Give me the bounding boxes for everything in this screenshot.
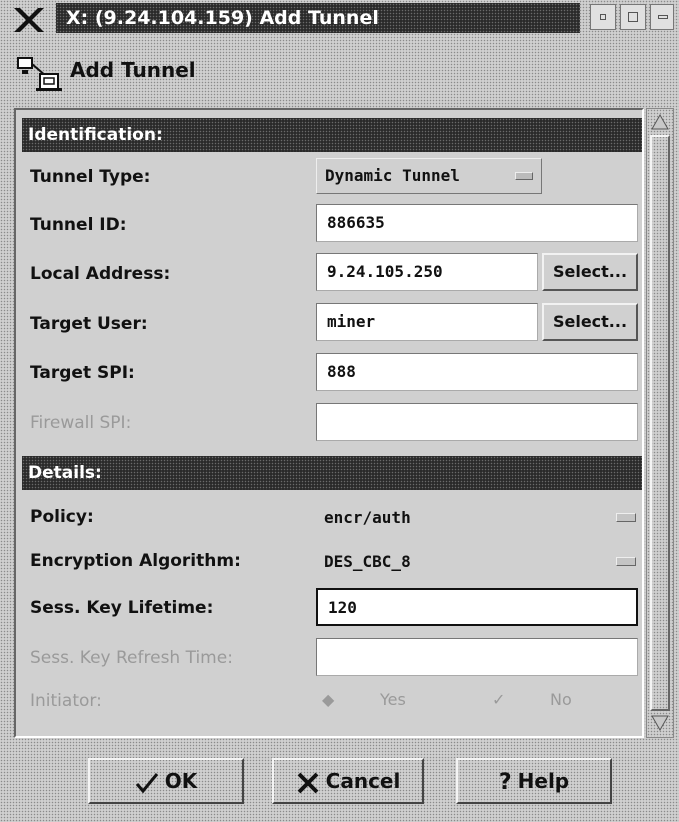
scroll-up-arrow-icon[interactable] — [650, 112, 670, 132]
initiator-radio-group: ◆ Yes ✓ No — [316, 686, 636, 716]
encryption-algorithm-label: Encryption Algorithm: — [30, 551, 241, 571]
target-user-label: Target User: — [30, 314, 148, 334]
initiator-yes-radio-icon[interactable]: ◆ — [322, 690, 334, 709]
local-address-label: Local Address: — [30, 264, 171, 284]
vertical-scrollbar[interactable] — [646, 108, 674, 738]
x-window-logo-icon[interactable] — [12, 6, 46, 34]
tunnel-id-field[interactable]: 886635 — [316, 204, 638, 242]
maximize-button[interactable] — [620, 4, 646, 30]
encryption-algorithm-option-menu[interactable]: DES_CBC_8 — [316, 544, 642, 580]
title-bar[interactable]: X: (9.24.104.159) Add Tunnel — [0, 0, 679, 38]
initiator-no-label[interactable]: No — [550, 690, 572, 709]
target-user-select-button[interactable]: Select... — [542, 303, 638, 341]
checkmark-icon — [135, 772, 158, 793]
initiator-label: Initiator: — [30, 691, 102, 711]
tunnel-type-label: Tunnel Type: — [30, 167, 151, 187]
minimize-button[interactable] — [590, 4, 616, 30]
cancel-button[interactable]: Cancel — [272, 758, 424, 804]
cancel-x-icon — [297, 772, 319, 793]
question-mark-icon: ? — [498, 769, 512, 795]
encryption-algorithm-value: DES_CBC_8 — [324, 552, 411, 571]
sess-key-lifetime-field[interactable]: 120 — [316, 588, 638, 626]
dialog-title: Add Tunnel — [70, 58, 196, 82]
initiator-yes-label[interactable]: Yes — [380, 690, 406, 709]
maximize-icon — [628, 12, 638, 22]
ok-label: OK — [164, 769, 198, 793]
details-section-header: Details: — [22, 456, 642, 490]
add-tunnel-window: X: (9.24.104.159) Add Tunnel Add Tunnel … — [0, 0, 679, 822]
window-menu-button[interactable] — [650, 4, 674, 30]
tunnel-icon — [17, 57, 62, 91]
target-user-field[interactable]: miner — [316, 303, 538, 341]
form-panel: Identification: Tunnel Type: Dynamic Tun… — [14, 108, 644, 738]
sess-key-refresh-time-field[interactable] — [316, 638, 638, 676]
button-bar: OK Cancel ? Help — [0, 744, 679, 822]
firewall-spi-field[interactable] — [316, 403, 638, 441]
cancel-label: Cancel — [325, 769, 401, 793]
help-label: Help — [517, 769, 570, 793]
sess-key-refresh-time-label: Sess. Key Refresh Time: — [30, 648, 233, 668]
policy-label: Policy: — [30, 507, 94, 527]
policy-option-menu[interactable]: encr/auth — [316, 500, 642, 536]
target-spi-field[interactable]: 888 — [316, 353, 638, 391]
local-address-select-button[interactable]: Select... — [542, 253, 638, 291]
option-menu-indicator-icon — [616, 557, 636, 566]
tunnel-id-label: Tunnel ID: — [30, 215, 127, 235]
option-menu-indicator-icon — [616, 513, 636, 522]
ok-button[interactable]: OK — [88, 758, 244, 804]
sess-key-lifetime-label: Sess. Key Lifetime: — [30, 598, 214, 618]
policy-value: encr/auth — [324, 508, 411, 527]
target-spi-label: Target SPI: — [30, 363, 135, 383]
tunnel-type-option-menu[interactable]: Dynamic Tunnel — [316, 158, 542, 194]
minimize-icon — [600, 14, 606, 20]
initiator-no-check-icon[interactable]: ✓ — [492, 690, 505, 709]
window-menu-icon — [658, 15, 668, 19]
dialog-header: Add Tunnel — [16, 52, 656, 98]
scroll-down-arrow-icon[interactable] — [650, 713, 670, 733]
tunnel-type-value: Dynamic Tunnel — [325, 166, 460, 185]
firewall-spi-label: Firewall SPI: — [30, 413, 132, 433]
local-address-field[interactable]: 9.24.105.250 — [316, 253, 538, 291]
help-button[interactable]: ? Help — [456, 758, 612, 804]
scroll-thumb[interactable] — [650, 135, 670, 711]
option-menu-indicator-icon — [515, 172, 533, 180]
identification-section-header: Identification: — [22, 118, 642, 152]
window-title: X: (9.24.104.159) Add Tunnel — [56, 3, 580, 33]
